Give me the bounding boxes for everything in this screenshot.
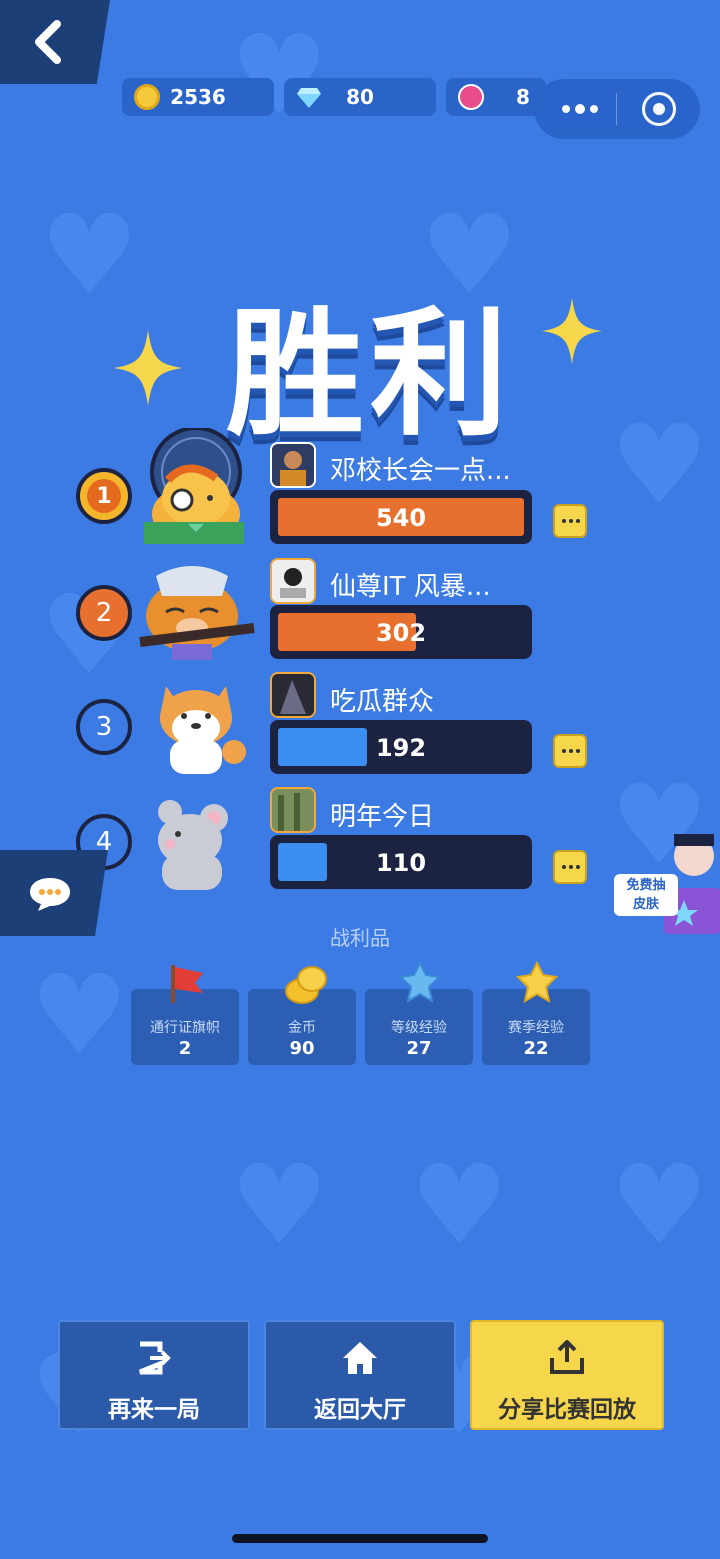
player-avatar-4 [270,787,316,833]
loot-card-season-exp: 赛季经验 22 [482,961,590,1065]
share-replay-label: 分享比赛回放 [498,1397,636,1423]
return-lobby-label: 返回大厅 [314,1397,406,1423]
home-indicator [232,1534,488,1543]
yellow-star-icon [516,961,558,1004]
rank-number: 1 [87,479,121,513]
diamond-value: 80 [346,85,374,109]
chat-bubble-icon [30,878,70,911]
back-button[interactable] [0,0,110,84]
player-more-button[interactable] [553,850,587,884]
player-more-button[interactable] [553,734,587,768]
player-name: 仙尊IT 风暴... [330,572,491,602]
gold-value: 2536 [170,85,226,109]
score-bar: 192 [270,720,532,774]
lotus-token-icon [458,84,484,110]
tiger-avatar [139,566,255,660]
ellipsis-icon [562,865,580,869]
loot-label: 赛季经验 [508,1020,564,1036]
coins-icon [285,966,327,1004]
rank-badge-1: 1 [76,468,132,524]
player-name: 明年今日 [330,802,435,832]
score-bar: 302 [270,605,532,659]
score-bar: 540 [270,490,532,544]
loot-label: 金币 [288,1020,316,1036]
more-menu-button[interactable] [562,104,598,114]
diamond-counter: 80 [284,78,436,116]
shiba-avatar [160,686,246,774]
score-value: 540 [375,504,427,532]
token-value: 8 [516,85,530,109]
share-icon [550,1340,584,1374]
free-skin-promo[interactable]: 免费抽 皮肤 [614,826,720,936]
rank-number: 3 [95,712,113,742]
promo-line: 免费抽 [626,878,666,893]
share-replay-button[interactable]: 分享比赛回放 [470,1320,664,1430]
loot-value: 27 [406,1038,432,1059]
loot-label: 等级经验 [391,1020,447,1036]
rank-number: 2 [95,598,113,628]
player-name: 邓校长会一点... [330,456,511,486]
loot-card-level-exp: 等级经验 27 [365,961,473,1065]
chevron-left-icon [35,20,61,64]
loot-value: 2 [178,1038,192,1059]
player-avatar-1 [270,442,316,488]
player-avatar-3 [270,672,316,718]
player-name: 吃瓜群众 [330,687,435,717]
mini-program-capsule [534,79,700,139]
loot-value: 90 [289,1038,315,1059]
blue-star-icon [399,961,441,1004]
score-value: 302 [375,619,427,647]
loot-value: 22 [523,1038,549,1059]
score-bar: 110 [270,835,532,889]
home-icon [343,1342,377,1374]
player-avatar-2 [270,558,316,604]
promo-line: 皮肤 [632,897,659,912]
sparkle-icon [114,330,182,406]
score-value: 192 [375,734,427,762]
play-again-label: 再来一局 [108,1397,200,1423]
rank-badge-3: 3 [76,699,132,755]
loot-card-coins: 金币 90 [248,966,356,1065]
mouse-avatar [158,800,228,890]
loot-label: 通行证旗帜 [150,1020,220,1036]
ellipsis-icon [562,519,580,523]
token-counter: 8 [446,78,546,116]
play-again-button[interactable]: 再来一局 [58,1320,250,1430]
ellipsis-icon [562,749,580,753]
replay-icon [139,1341,171,1375]
gold-counter: 2536 [122,78,274,116]
promo-label: 免费抽 皮肤 [614,874,678,916]
hamster-avatar [144,428,244,544]
close-miniprogram-button[interactable] [642,92,676,126]
rank-badge-2: 2 [76,585,132,641]
return-lobby-button[interactable]: 返回大厅 [264,1320,456,1430]
flag-icon [171,965,203,1003]
loot-card-pass-flag: 通行证旗帜 2 [131,965,239,1065]
loot-title: 战利品 [330,926,390,950]
player-more-button[interactable] [553,504,587,538]
score-value: 110 [375,849,427,877]
